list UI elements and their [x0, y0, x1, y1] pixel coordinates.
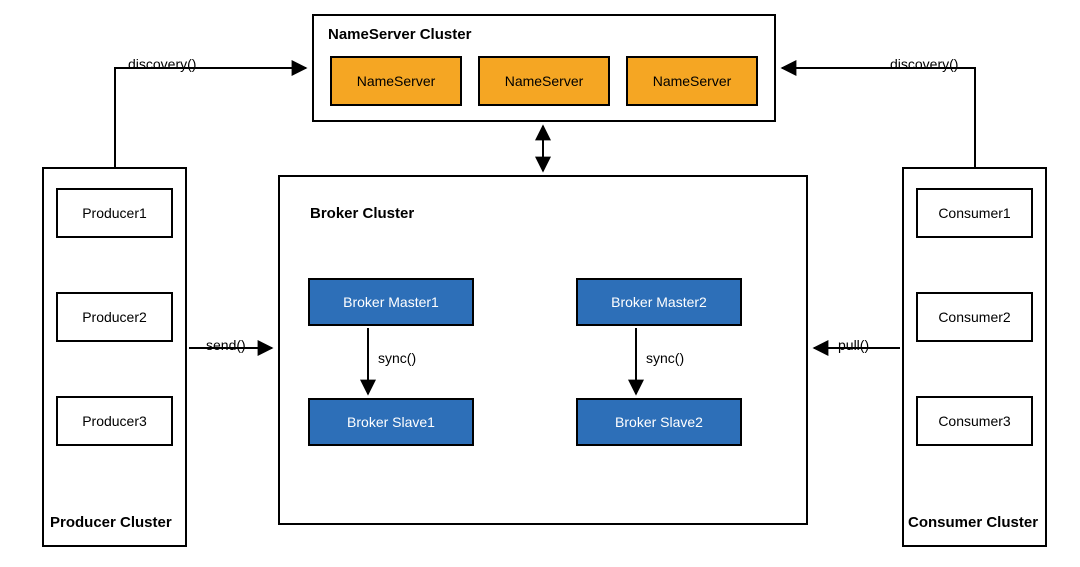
producer-discovery-label: discovery() — [128, 56, 196, 72]
nameserver-node-3: NameServer — [626, 56, 758, 106]
broker-master1: Broker Master1 — [308, 278, 474, 326]
producer-node-3-label: Producer3 — [82, 413, 147, 429]
consumer-node-3: Consumer3 — [916, 396, 1033, 446]
sync1-label: sync() — [378, 350, 416, 366]
broker-slave2: Broker Slave2 — [576, 398, 742, 446]
broker-master1-label: Broker Master1 — [343, 294, 439, 310]
producer-node-2-label: Producer2 — [82, 309, 147, 325]
consumer-node-3-label: Consumer3 — [938, 413, 1010, 429]
broker-slave2-label: Broker Slave2 — [615, 414, 703, 430]
producer-node-1: Producer1 — [56, 188, 173, 238]
producer-node-1-label: Producer1 — [82, 205, 147, 221]
consumer-discovery-label: discovery() — [890, 56, 958, 72]
broker-slave1: Broker Slave1 — [308, 398, 474, 446]
broker-cluster: Broker Cluster — [278, 175, 808, 525]
consumer-node-2-label: Consumer2 — [938, 309, 1010, 325]
nameserver-cluster-title: NameServer Cluster — [328, 26, 471, 43]
broker-master2-label: Broker Master2 — [611, 294, 707, 310]
consumer-cluster-title: Consumer Cluster — [908, 514, 1038, 531]
producer-cluster-title: Producer Cluster — [50, 514, 172, 531]
consumer-node-1-label: Consumer1 — [938, 205, 1010, 221]
nameserver-node-2-label: NameServer — [505, 73, 584, 89]
consumer-node-1: Consumer1 — [916, 188, 1033, 238]
broker-cluster-title: Broker Cluster — [310, 205, 414, 222]
producer-node-2: Producer2 — [56, 292, 173, 342]
producer-discovery-arrow — [115, 68, 306, 167]
consumer-node-2: Consumer2 — [916, 292, 1033, 342]
broker-master2: Broker Master2 — [576, 278, 742, 326]
consumer-discovery-arrow — [782, 68, 975, 167]
nameserver-node-1: NameServer — [330, 56, 462, 106]
producer-node-3: Producer3 — [56, 396, 173, 446]
nameserver-node-2: NameServer — [478, 56, 610, 106]
nameserver-node-1-label: NameServer — [357, 73, 436, 89]
nameserver-node-3-label: NameServer — [653, 73, 732, 89]
send-label: send() — [206, 337, 246, 353]
broker-slave1-label: Broker Slave1 — [347, 414, 435, 430]
pull-label: pull() — [838, 337, 869, 353]
sync2-label: sync() — [646, 350, 684, 366]
